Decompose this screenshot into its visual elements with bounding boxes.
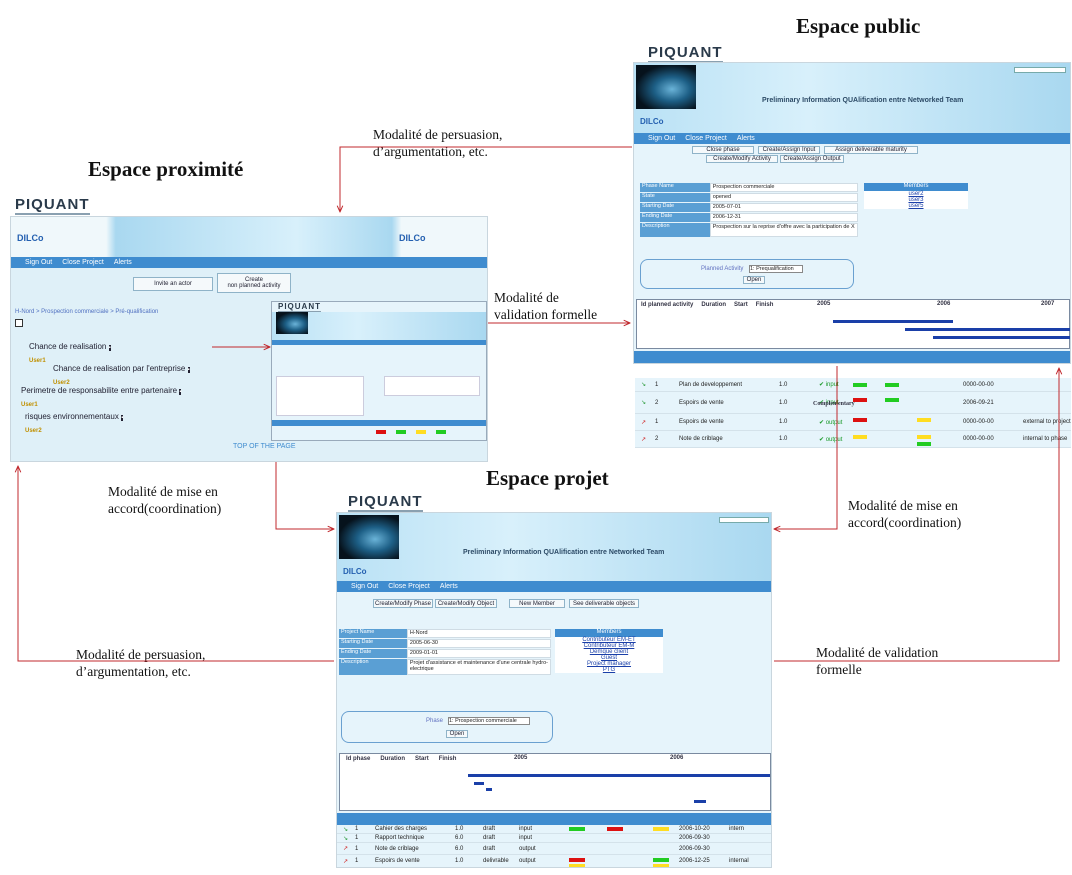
arrow-accord-right [774, 366, 838, 529]
arrow-persuasion-top [340, 146, 632, 212]
arrow-persuasion-bottom [18, 466, 334, 662]
arrow-validation-bottom [774, 368, 1059, 662]
arrow-accord-left [275, 462, 334, 529]
connector-arrows [0, 146, 1072, 662]
